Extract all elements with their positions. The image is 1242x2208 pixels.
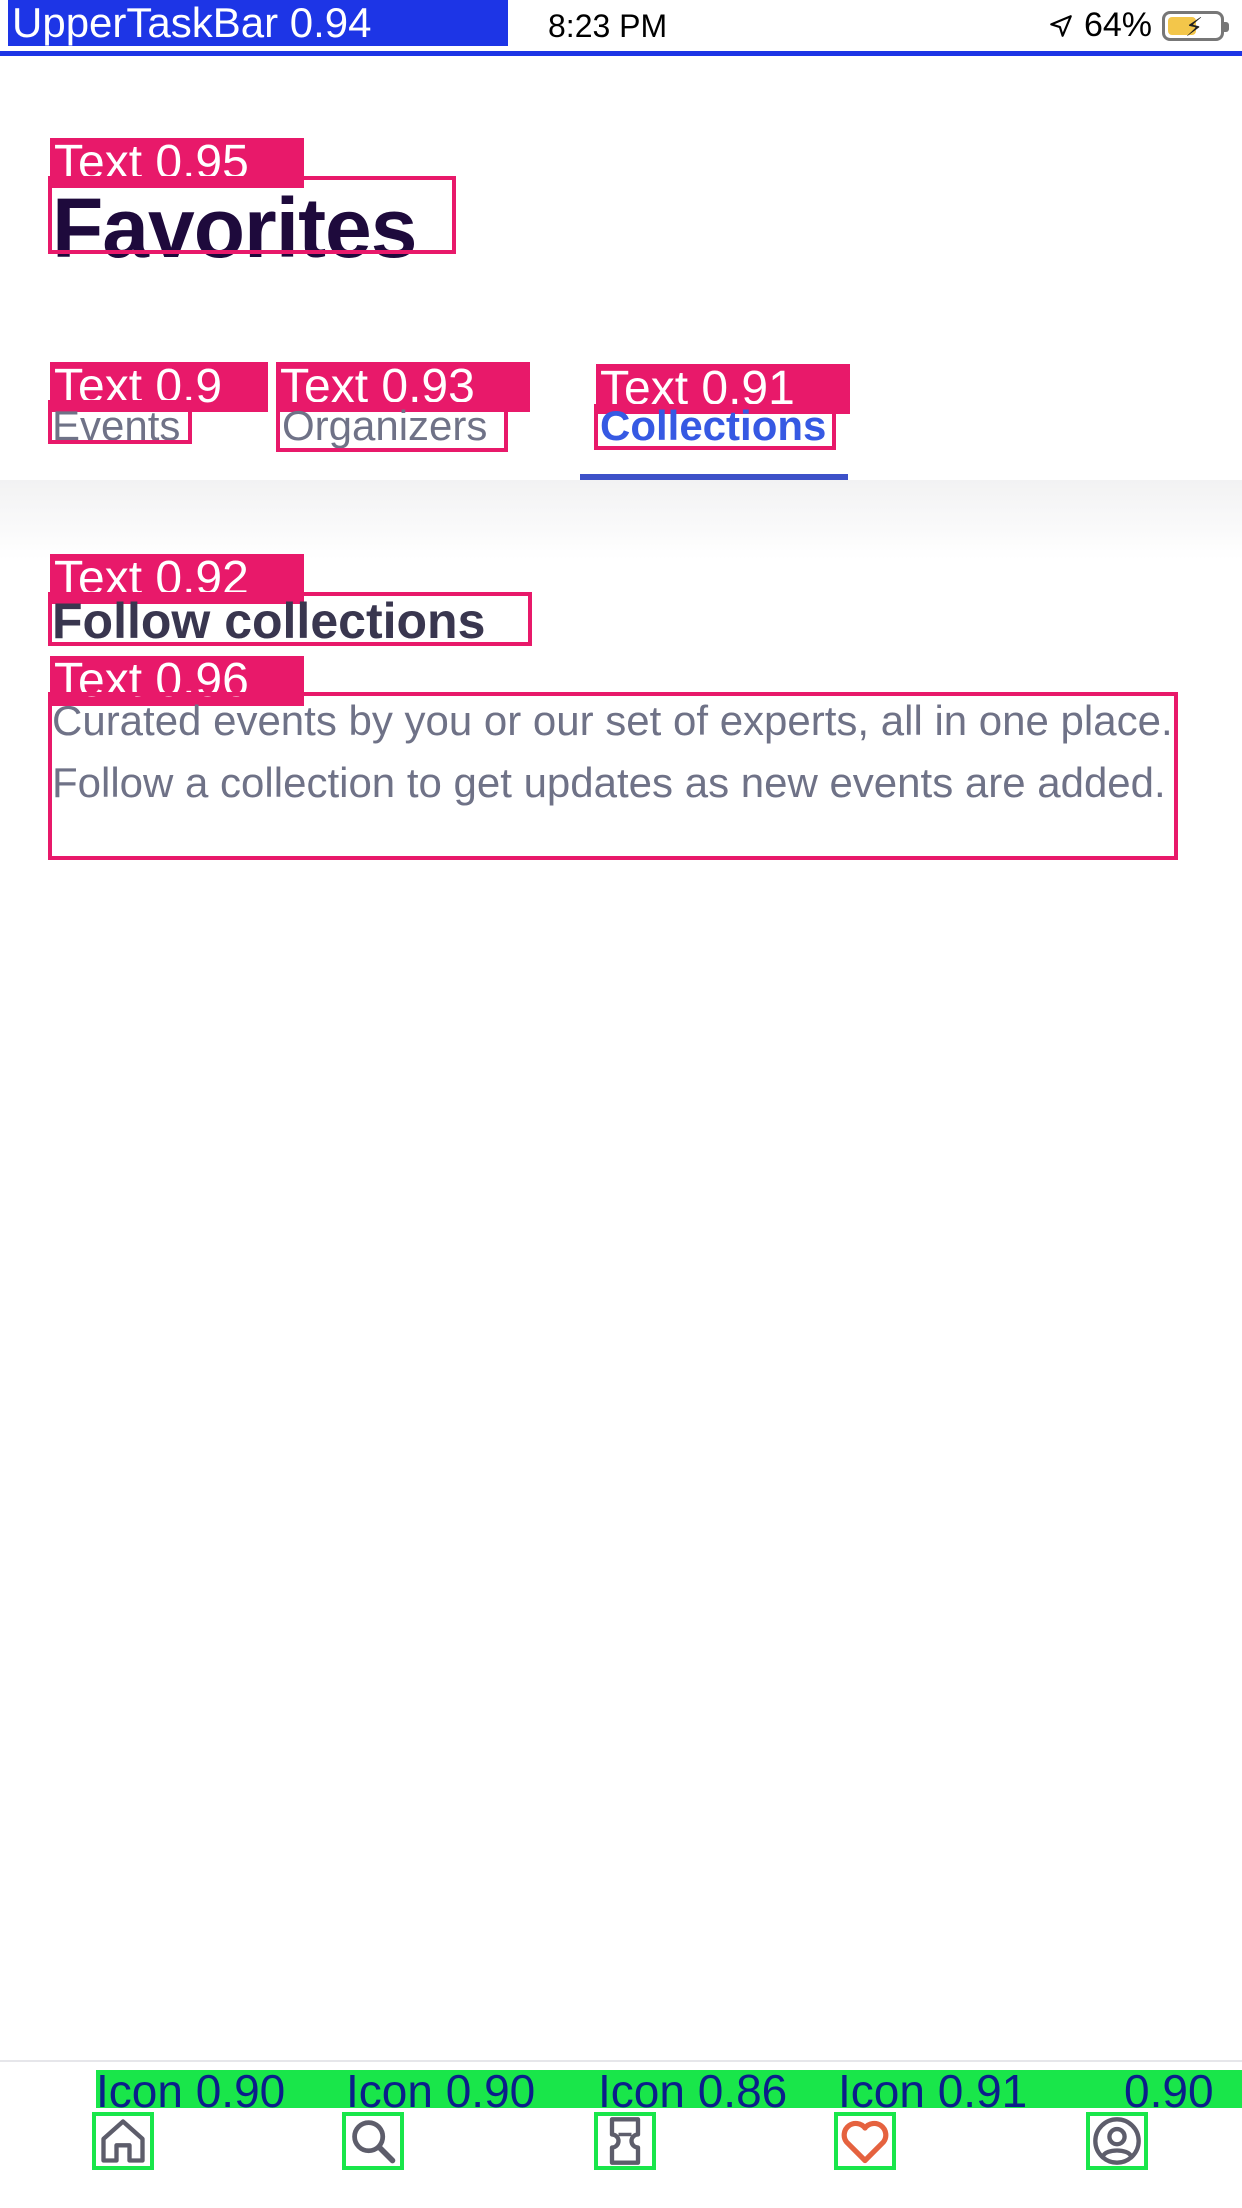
nav-search-overlay-label: Icon 0.90 [346, 2065, 536, 2117]
nav-search-button[interactable] [342, 2112, 404, 2170]
battery-percent: 64% [1083, 6, 1152, 44]
status-bar-overlay-label: UpperTaskBar 0.94 [8, 0, 508, 46]
nav-home-overlay-label: Icon 0.90 [96, 2065, 286, 2117]
nav-favorites-overlay-label: Icon 0.91 [838, 2065, 1028, 2117]
tab-events-overlay-box [48, 400, 192, 444]
section-desc-overlay-box [48, 692, 1178, 860]
tab-collections-overlay-box [594, 404, 836, 450]
nav-profile-button[interactable] [1086, 2112, 1148, 2170]
battery-icon: ⚡ [1162, 10, 1229, 42]
status-right: 64% ⚡ [1048, 6, 1229, 45]
location-arrow-icon [1050, 14, 1072, 37]
nav-tickets-button[interactable] [594, 2112, 656, 2170]
nav-profile-overlay-label: 0.90 [1124, 2065, 1214, 2117]
tabs-divider [0, 480, 1242, 560]
status-bar: UpperTaskBar 0.94 8:23 PM 64% ⚡ [0, 0, 1242, 56]
search-icon [352, 2120, 396, 2164]
status-time: 8:23 PM [548, 8, 668, 44]
title-overlay-box [48, 176, 456, 254]
nav-tickets-overlay-label: Icon 0.86 [598, 2065, 788, 2117]
ticket-icon [609, 2117, 641, 2165]
nav-home-button[interactable] [92, 2112, 154, 2170]
nav-favorites-button[interactable] [834, 2112, 896, 2170]
heart-icon [841, 2120, 889, 2164]
home-icon [101, 2119, 145, 2163]
profile-icon [1093, 2117, 1141, 2165]
tab-organizers-overlay-box [276, 402, 508, 452]
section-title-overlay-box [48, 592, 532, 646]
